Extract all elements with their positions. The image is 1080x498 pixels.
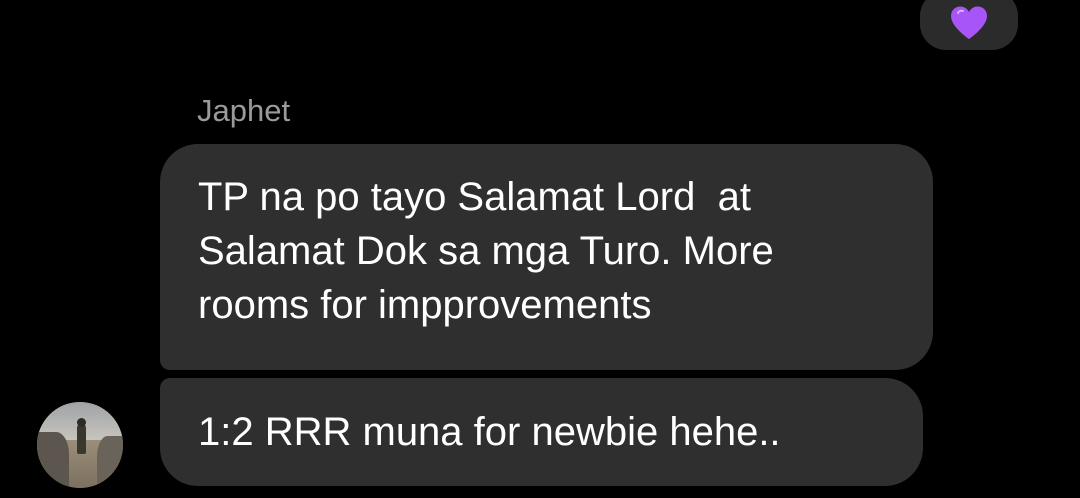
message-bubble[interactable]: 1:2 RRR muna for newbie hehe.. (160, 378, 923, 486)
message-line: 1:2 RRR muna for newbie hehe.. (198, 410, 781, 454)
avatar[interactable] (37, 402, 123, 488)
message-bubble[interactable]: TP na po tayo Salamat Lord at Salamat Do… (160, 144, 933, 370)
purple-heart-icon (949, 0, 989, 41)
reaction-bubble[interactable] (920, 0, 1018, 50)
sender-name: Japhet (197, 93, 291, 128)
message-line: Salamat Dok sa mga Turo. More (198, 229, 774, 273)
message-line: rooms for impprovements (198, 283, 652, 327)
message-line: TP na po tayo Salamat Lord at (198, 175, 751, 219)
